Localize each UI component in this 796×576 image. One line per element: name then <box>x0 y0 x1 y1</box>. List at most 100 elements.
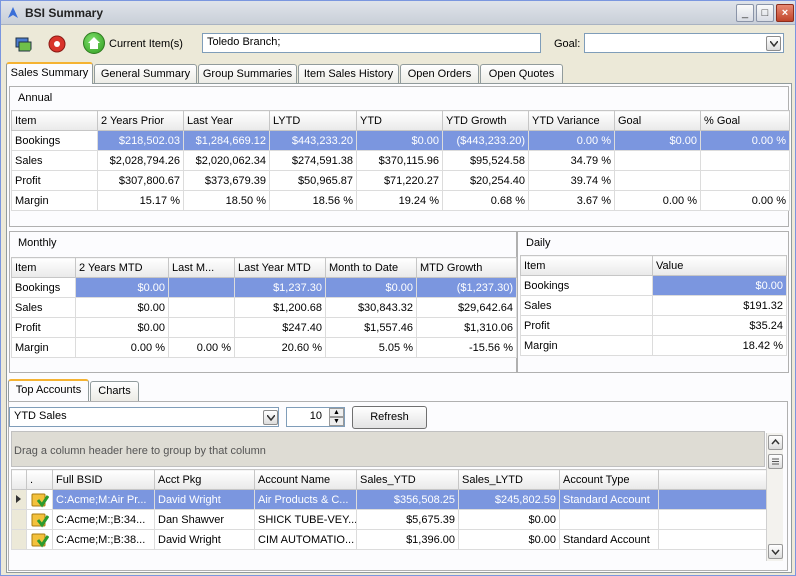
maximize-button[interactable]: □ <box>756 4 774 22</box>
chevron-up-icon <box>771 438 780 445</box>
table-row[interactable]: C:Acme;M:;B:38... David Wright CIM AUTOMAT… <box>11 529 767 550</box>
filler-header <box>658 469 767 490</box>
monthly-column-header[interactable]: MTD Growth <box>416 257 517 278</box>
goal-dropdown-button[interactable] <box>766 36 781 51</box>
monthly-column-header[interactable]: Last M... <box>168 257 235 278</box>
home-button[interactable] <box>83 32 105 54</box>
accounts-column-header[interactable]: Account Name <box>254 469 357 490</box>
annual-column-header[interactable]: Last Year <box>183 110 270 131</box>
daily-row[interactable]: Bookings $0.00 <box>520 275 787 296</box>
account-cell: Dan Shawver <box>154 509 255 530</box>
scroll-thumb[interactable] <box>768 454 783 469</box>
stepper-up-button[interactable]: ▲ <box>329 408 344 417</box>
row-indicator <box>11 529 27 550</box>
monthly-row[interactable]: Sales $0.00 $1,200.68 $30,843.32 $29,642.64 <box>11 297 517 318</box>
annual-column-header[interactable]: YTD Variance <box>528 110 615 131</box>
monthly-row[interactable]: Margin 0.00 % 0.00 % 20.60 % 5.05 % -15.56 % <box>11 337 517 358</box>
accounts-header-row: . Full BSID Acct Pkg Account Name Sales_YTD S… <box>11 469 767 490</box>
tab-open-quotes[interactable]: Open Quotes <box>480 64 563 84</box>
tab-general-summary[interactable]: General Summary <box>94 64 197 84</box>
accounts-column-header[interactable]: . <box>26 469 53 490</box>
annual-cell: $1,284,669.12 <box>183 130 270 151</box>
close-button[interactable]: × <box>776 4 794 22</box>
tab-open-orders[interactable]: Open Orders <box>400 64 479 84</box>
annual-column-header[interactable]: 2 Years Prior <box>97 110 184 131</box>
app-icon <box>8 7 18 18</box>
daily-cell: $191.32 <box>652 295 787 316</box>
account-cell: C:Acme;M:;B:34... <box>52 509 155 530</box>
annual-cell: $2,020,062.34 <box>183 150 270 171</box>
annual-column-header[interactable]: YTD <box>356 110 443 131</box>
monthly-row-label: Margin <box>11 337 76 358</box>
tab-charts[interactable]: Charts <box>90 381 139 401</box>
monthly-row-label: Bookings <box>11 277 76 298</box>
accounts-column-header[interactable]: Acct Pkg <box>154 469 255 490</box>
monthly-row-label: Sales <box>11 297 76 318</box>
tab-group-summaries[interactable]: Group Summaries <box>198 64 297 84</box>
monthly-cell: $1,200.68 <box>234 297 326 318</box>
metric-dropdown-button[interactable] <box>263 410 278 425</box>
daily-row[interactable]: Sales $191.32 <box>520 295 787 316</box>
annual-column-header[interactable]: LYTD <box>269 110 357 131</box>
goal-select[interactable] <box>584 33 784 53</box>
tab-item-sales-history[interactable]: Item Sales History <box>298 64 399 84</box>
daily-row[interactable]: Margin 18.42 % <box>520 335 787 356</box>
annual-cell <box>700 150 790 171</box>
annual-row-label: Sales <box>11 150 98 171</box>
minimize-button[interactable]: _ <box>736 4 754 22</box>
daily-column-header[interactable]: Item <box>520 255 653 276</box>
accounts-column-header[interactable]: Sales_LYTD <box>458 469 560 490</box>
annual-cell: $373,679.39 <box>183 170 270 191</box>
annual-row[interactable]: Profit $307,800.67 $373,679.39 $50,965.87 $7… <box>11 170 790 191</box>
accounts-column-header[interactable]: Full BSID <box>52 469 155 490</box>
bsi-summary-window: BSI Summary _ □ × Current Item(s) Toledo… <box>0 0 796 576</box>
group-by-hint[interactable]: Drag a column header here to group by th… <box>11 431 765 467</box>
scroll-down-button[interactable] <box>768 544 783 559</box>
table-row[interactable]: C:Acme;M:;B:34... Dan Shawver SHICK TUBE-V… <box>11 509 767 530</box>
annual-row[interactable]: Margin 15.17 % 18.50 % 18.56 % 19.24 % 0.68 %… <box>11 190 790 211</box>
stepper-down-button[interactable]: ▼ <box>329 417 344 426</box>
scroll-up-button[interactable] <box>768 435 783 450</box>
annual-column-header[interactable]: Item <box>11 110 98 131</box>
accounts-column-header[interactable]: Account Type <box>559 469 659 490</box>
account-folder-icon <box>31 533 49 548</box>
account-cell: Standard Account <box>559 489 659 510</box>
accounts-column-header[interactable]: Sales_YTD <box>356 469 459 490</box>
annual-column-header[interactable]: Goal <box>614 110 701 131</box>
annual-cell: 0.00 % <box>700 130 790 151</box>
close-icon: × <box>781 7 789 19</box>
account-cell <box>559 509 659 530</box>
tab-sales-summary[interactable]: Sales Summary <box>6 62 93 84</box>
monthly-column-header[interactable]: Item <box>11 257 76 278</box>
refresh-button[interactable]: Refresh <box>352 406 427 429</box>
daily-column-header[interactable]: Value <box>652 255 787 276</box>
annual-column-header[interactable]: % Goal <box>700 110 790 131</box>
monthly-cell: $0.00 <box>75 297 169 318</box>
annual-row[interactable]: Bookings $218,502.03 $1,284,669.12 $443,233… <box>11 130 790 151</box>
current-items-field[interactable]: Toledo Branch; <box>202 33 541 53</box>
monthly-column-header[interactable]: Last Year MTD <box>234 257 326 278</box>
monthly-column-header[interactable]: 2 Years MTD <box>75 257 169 278</box>
grip-icon <box>772 458 779 465</box>
table-row[interactable]: C:Acme;M:Air Pr... David Wright Air Produc… <box>11 489 767 510</box>
settings-gear-icon[interactable] <box>47 34 67 54</box>
annual-column-header[interactable]: YTD Growth <box>442 110 529 131</box>
annual-cell: 19.24 % <box>356 190 443 211</box>
daily-row[interactable]: Profit $35.24 <box>520 315 787 336</box>
account-folder-icon <box>31 493 49 508</box>
monthly-column-header[interactable]: Month to Date <box>325 257 417 278</box>
monthly-row[interactable]: Bookings $0.00 $1,237.30 $0.00 ($1,237.30) <box>11 277 517 298</box>
annual-row[interactable]: Sales $2,028,794.26 $2,020,062.34 $274,591.… <box>11 150 790 171</box>
metric-select[interactable]: YTD Sales <box>9 407 279 427</box>
account-cell: $0.00 <box>458 509 560 530</box>
sync-icon[interactable] <box>13 34 33 54</box>
title-bar[interactable]: BSI Summary _ □ × <box>1 1 795 25</box>
tab-top-accounts[interactable]: Top Accounts <box>8 379 89 401</box>
daily-row-label: Profit <box>520 315 653 336</box>
filler-cell <box>658 529 767 550</box>
accounts-scrollbar[interactable] <box>766 433 783 561</box>
monthly-row[interactable]: Profit $0.00 $247.40 $1,557.46 $1,310.06 <box>11 317 517 338</box>
annual-cell: $443,233.20 <box>269 130 357 151</box>
annual-cell <box>614 170 701 191</box>
annual-cell: 3.67 % <box>528 190 615 211</box>
